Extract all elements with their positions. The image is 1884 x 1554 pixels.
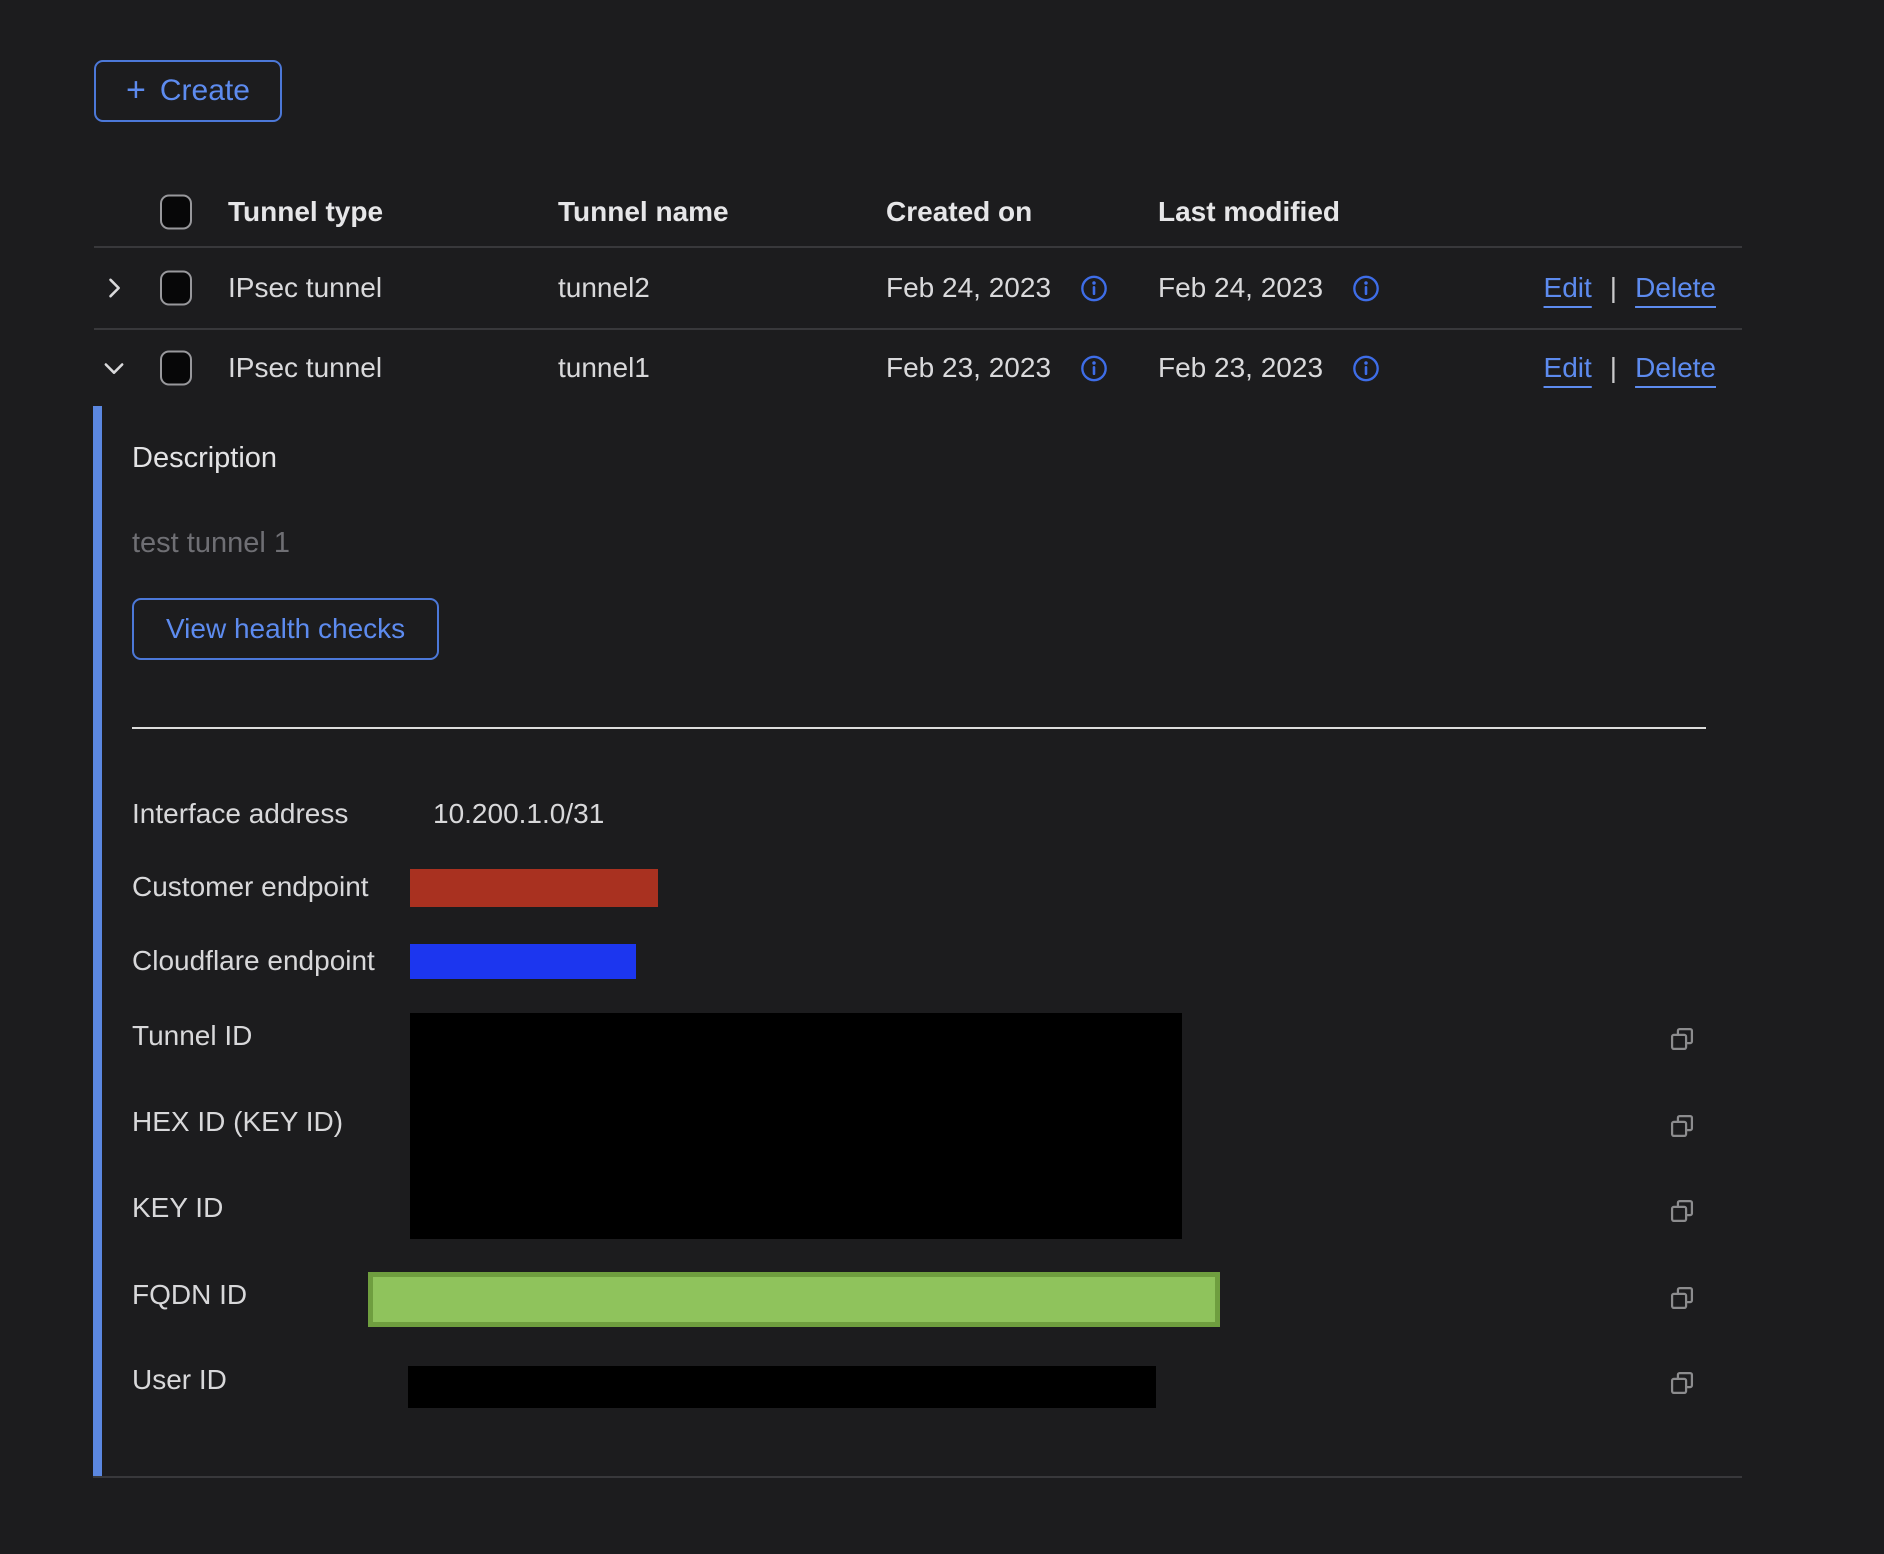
create-button[interactable]: + Create xyxy=(94,60,282,122)
copy-icon xyxy=(1668,1112,1696,1140)
tunnel-type-cell: IPsec tunnel xyxy=(228,272,382,304)
tunnel-type-cell: IPsec tunnel xyxy=(228,352,382,384)
select-all-checkbox[interactable] xyxy=(160,195,192,230)
field-label-interface-address: Interface address xyxy=(132,798,348,830)
delete-link[interactable]: Delete xyxy=(1635,352,1716,384)
redaction-block-user-id xyxy=(408,1366,1156,1408)
column-header-tunnel-name: Tunnel name xyxy=(558,196,729,228)
tunnel-name-cell: tunnel2 xyxy=(558,272,650,304)
copy-tunnel-id-button[interactable] xyxy=(1668,1023,1700,1055)
description-label: Description xyxy=(132,442,277,475)
redaction-block-ids xyxy=(410,1013,1182,1239)
field-label-user-id: User ID xyxy=(132,1364,227,1396)
field-label-key-id: KEY ID xyxy=(132,1192,223,1224)
expanded-panel-accent-bar xyxy=(93,406,102,1477)
delete-link[interactable]: Delete xyxy=(1635,272,1716,304)
plus-icon: + xyxy=(126,73,146,107)
chevron-right-icon xyxy=(100,274,128,302)
row-checkbox[interactable] xyxy=(160,351,192,386)
column-header-last-modified: Last modified xyxy=(1158,196,1340,228)
column-header-created-on: Created on xyxy=(886,196,1032,228)
created-on-info-button[interactable] xyxy=(1080,275,1107,302)
action-separator: | xyxy=(1610,272,1617,304)
edit-link[interactable]: Edit xyxy=(1544,352,1592,384)
panel-bottom-divider xyxy=(93,1476,1742,1478)
last-modified-info-button[interactable] xyxy=(1352,355,1379,382)
field-label-cloudflare-endpoint: Cloudflare endpoint xyxy=(132,945,375,977)
tunnel-name-cell: tunnel1 xyxy=(558,352,650,384)
created-on-cell: Feb 24, 2023 xyxy=(886,272,1051,304)
copy-hex-id-button[interactable] xyxy=(1668,1110,1700,1142)
info-icon xyxy=(1352,275,1380,303)
info-icon xyxy=(1352,355,1380,383)
create-button-label: Create xyxy=(160,74,250,108)
edit-link[interactable]: Edit xyxy=(1544,272,1592,304)
table-row: IPsec tunnel tunnel2 Feb 24, 2023 Feb 24… xyxy=(94,248,1742,330)
copy-icon xyxy=(1668,1025,1696,1053)
last-modified-info-button[interactable] xyxy=(1352,275,1379,302)
copy-fqdn-id-button[interactable] xyxy=(1668,1282,1700,1314)
field-label-customer-endpoint: Customer endpoint xyxy=(132,871,369,903)
copy-icon xyxy=(1668,1284,1696,1312)
copy-key-id-button[interactable] xyxy=(1668,1195,1700,1227)
field-value-interface-address: 10.200.1.0/31 xyxy=(433,798,604,830)
column-header-tunnel-type: Tunnel type xyxy=(228,196,383,228)
row-checkbox[interactable] xyxy=(160,271,192,306)
copy-user-id-button[interactable] xyxy=(1668,1367,1700,1399)
field-label-fqdn-id: FQDN ID xyxy=(132,1279,247,1311)
description-value: test tunnel 1 xyxy=(132,527,290,560)
view-health-checks-button[interactable]: View health checks xyxy=(132,598,439,660)
chevron-down-icon xyxy=(100,354,128,382)
redaction-block-fqdn-id xyxy=(368,1272,1220,1327)
last-modified-cell: Feb 24, 2023 xyxy=(1158,272,1323,304)
expand-row-button[interactable] xyxy=(100,273,130,303)
action-separator: | xyxy=(1610,352,1617,384)
table-header-row: Tunnel type Tunnel name Created on Last … xyxy=(94,178,1742,248)
redaction-block-cloudflare-endpoint xyxy=(410,944,636,979)
section-divider xyxy=(132,727,1706,729)
collapse-row-button[interactable] xyxy=(100,353,130,383)
copy-icon xyxy=(1668,1197,1696,1225)
last-modified-cell: Feb 23, 2023 xyxy=(1158,352,1323,384)
created-on-info-button[interactable] xyxy=(1080,355,1107,382)
field-label-tunnel-id: Tunnel ID xyxy=(132,1020,252,1052)
tunnels-page: + Create Tunnel type Tunnel name Created… xyxy=(0,0,1884,1554)
info-icon xyxy=(1080,275,1108,303)
info-icon xyxy=(1080,355,1108,383)
created-on-cell: Feb 23, 2023 xyxy=(886,352,1051,384)
table-row: IPsec tunnel tunnel1 Feb 23, 2023 Feb 23… xyxy=(94,330,1742,406)
field-label-hex-id: HEX ID (KEY ID) xyxy=(132,1106,343,1138)
redaction-block-customer-endpoint xyxy=(410,869,658,907)
copy-icon xyxy=(1668,1369,1696,1397)
